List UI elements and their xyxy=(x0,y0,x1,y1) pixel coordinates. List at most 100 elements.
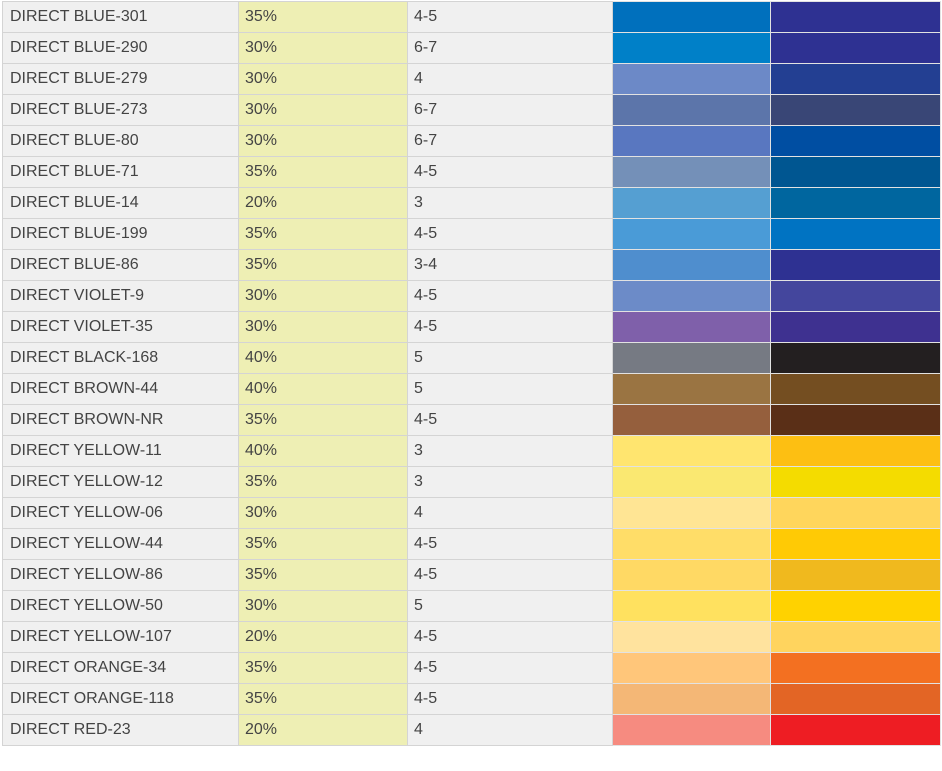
dark-shade-swatch xyxy=(770,311,941,343)
table-row: DIRECT BLUE-199 35% 4-5 xyxy=(2,218,941,250)
table-row: DIRECT BLUE-14 20% 3 xyxy=(2,187,941,219)
strength-cell: 30% xyxy=(238,32,408,64)
strength-cell: 40% xyxy=(238,435,408,467)
light-shade-swatch xyxy=(612,156,771,188)
fastness-cell: 4-5 xyxy=(407,218,613,250)
fastness-cell: 4 xyxy=(407,714,613,746)
light-shade-swatch xyxy=(612,311,771,343)
fastness-cell: 4-5 xyxy=(407,621,613,653)
table-row: DIRECT BLUE-301 35% 4-5 xyxy=(2,1,941,33)
dye-name-cell: DIRECT ORANGE-34 xyxy=(2,652,239,684)
fastness-cell: 4-5 xyxy=(407,559,613,591)
table-row: DIRECT BLUE-80 30% 6-7 xyxy=(2,125,941,157)
dye-name-cell: DIRECT BLUE-199 xyxy=(2,218,239,250)
light-shade-swatch xyxy=(612,373,771,405)
dark-shade-swatch xyxy=(770,373,941,405)
light-shade-swatch xyxy=(612,94,771,126)
strength-cell: 40% xyxy=(238,342,408,374)
fastness-cell: 6-7 xyxy=(407,94,613,126)
dark-shade-swatch xyxy=(770,528,941,560)
dye-name-cell: DIRECT YELLOW-44 xyxy=(2,528,239,560)
dye-name-cell: DIRECT YELLOW-107 xyxy=(2,621,239,653)
dye-name-cell: DIRECT BLUE-71 xyxy=(2,156,239,188)
dye-name-cell: DIRECT ORANGE-118 xyxy=(2,683,239,715)
strength-cell: 35% xyxy=(238,559,408,591)
dye-name-cell: DIRECT YELLOW-12 xyxy=(2,466,239,498)
light-shade-swatch xyxy=(612,466,771,498)
fastness-cell: 4 xyxy=(407,497,613,529)
fastness-cell: 4-5 xyxy=(407,1,613,33)
fastness-cell: 4 xyxy=(407,63,613,95)
light-shade-swatch xyxy=(612,218,771,250)
light-shade-swatch xyxy=(612,1,771,33)
light-shade-swatch xyxy=(612,497,771,529)
dark-shade-swatch xyxy=(770,1,941,33)
dye-name-cell: DIRECT BLUE-14 xyxy=(2,187,239,219)
dye-name-cell: DIRECT YELLOW-50 xyxy=(2,590,239,622)
fastness-cell: 3 xyxy=(407,466,613,498)
dark-shade-swatch xyxy=(770,280,941,312)
strength-cell: 30% xyxy=(238,125,408,157)
strength-cell: 35% xyxy=(238,156,408,188)
dye-name-cell: DIRECT YELLOW-86 xyxy=(2,559,239,591)
light-shade-swatch xyxy=(612,621,771,653)
table-row: DIRECT RED-23 20% 4 xyxy=(2,714,941,746)
table-row: DIRECT YELLOW-86 35% 4-5 xyxy=(2,559,941,591)
light-shade-swatch xyxy=(612,528,771,560)
dark-shade-swatch xyxy=(770,218,941,250)
light-shade-swatch xyxy=(612,404,771,436)
fastness-cell: 4-5 xyxy=(407,683,613,715)
strength-cell: 30% xyxy=(238,94,408,126)
strength-cell: 40% xyxy=(238,373,408,405)
dye-name-cell: DIRECT BROWN-NR xyxy=(2,404,239,436)
strength-cell: 35% xyxy=(238,652,408,684)
dye-name-cell: DIRECT BLUE-80 xyxy=(2,125,239,157)
light-shade-swatch xyxy=(612,435,771,467)
dye-name-cell: DIRECT BLUE-290 xyxy=(2,32,239,64)
table-row: DIRECT YELLOW-50 30% 5 xyxy=(2,590,941,622)
dark-shade-swatch xyxy=(770,63,941,95)
table-row: DIRECT YELLOW-11 40% 3 xyxy=(2,435,941,467)
dye-name-cell: DIRECT YELLOW-11 xyxy=(2,435,239,467)
strength-cell: 30% xyxy=(238,63,408,95)
dye-table-body: DIRECT BLUE-301 35% 4-5 DIRECT BLUE-290 30% 6… xyxy=(2,1,941,746)
dark-shade-swatch xyxy=(770,435,941,467)
strength-cell: 35% xyxy=(238,1,408,33)
dark-shade-swatch xyxy=(770,683,941,715)
table-row: DIRECT VIOLET-35 30% 4-5 xyxy=(2,311,941,343)
fastness-cell: 5 xyxy=(407,373,613,405)
table-row: DIRECT ORANGE-34 35% 4-5 xyxy=(2,652,941,684)
dye-name-cell: DIRECT VIOLET-35 xyxy=(2,311,239,343)
dark-shade-swatch xyxy=(770,466,941,498)
dark-shade-swatch xyxy=(770,714,941,746)
light-shade-swatch xyxy=(612,652,771,684)
dark-shade-swatch xyxy=(770,187,941,219)
table-row: DIRECT BLUE-71 35% 4-5 xyxy=(2,156,941,188)
strength-cell: 30% xyxy=(238,497,408,529)
strength-cell: 35% xyxy=(238,404,408,436)
dye-name-cell: DIRECT BLACK-168 xyxy=(2,342,239,374)
light-shade-swatch xyxy=(612,32,771,64)
fastness-cell: 4-5 xyxy=(407,528,613,560)
table-row: DIRECT YELLOW-06 30% 4 xyxy=(2,497,941,529)
table-row: DIRECT YELLOW-44 35% 4-5 xyxy=(2,528,941,560)
light-shade-swatch xyxy=(612,590,771,622)
dye-name-cell: DIRECT BLUE-86 xyxy=(2,249,239,281)
dark-shade-swatch xyxy=(770,621,941,653)
table-row: DIRECT BLUE-290 30% 6-7 xyxy=(2,32,941,64)
light-shade-swatch xyxy=(612,187,771,219)
dye-name-cell: DIRECT RED-23 xyxy=(2,714,239,746)
table-row: DIRECT BLACK-168 40% 5 xyxy=(2,342,941,374)
dark-shade-swatch xyxy=(770,404,941,436)
dye-name-cell: DIRECT BLUE-273 xyxy=(2,94,239,126)
dye-name-cell: DIRECT YELLOW-06 xyxy=(2,497,239,529)
dark-shade-swatch xyxy=(770,652,941,684)
strength-cell: 35% xyxy=(238,683,408,715)
dye-name-cell: DIRECT BLUE-301 xyxy=(2,1,239,33)
dye-table: DIRECT BLUE-301 35% 4-5 DIRECT BLUE-290 30% 6… xyxy=(2,1,941,746)
dark-shade-swatch xyxy=(770,94,941,126)
light-shade-swatch xyxy=(612,714,771,746)
table-row: DIRECT BLUE-273 30% 6-7 xyxy=(2,94,941,126)
fastness-cell: 6-7 xyxy=(407,32,613,64)
dark-shade-swatch xyxy=(770,559,941,591)
